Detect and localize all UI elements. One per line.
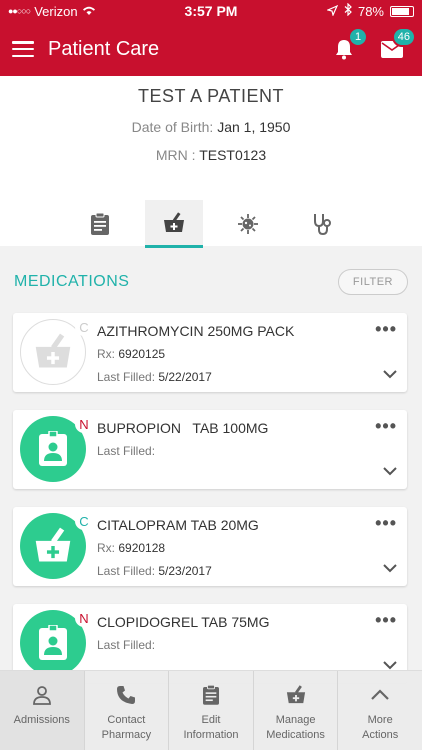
section-title: MEDICATIONS (14, 273, 130, 290)
patient-tabs (0, 200, 422, 248)
edit-information-label: Edit Information (183, 714, 239, 741)
clipboard-icon (202, 683, 219, 707)
bluetooth-icon (344, 2, 352, 19)
last-filled-label: Last Filled: (97, 370, 156, 384)
signal-icon: ●●○○○ (8, 6, 31, 16)
tab-vitals[interactable] (293, 200, 351, 248)
medication-rx: Rx: 6920128 (97, 541, 165, 555)
mortar-pestle-icon (35, 333, 71, 368)
app-title: Patient Care (48, 37, 160, 60)
medication-name: CITALOPRAM TAB 20MG (97, 517, 259, 533)
rx-value: 6920125 (118, 347, 166, 361)
more-options-icon[interactable]: ••• (375, 416, 397, 437)
last-filled-label: Last Filled: (97, 564, 156, 578)
medication-name: CLOPIDOGREL TAB 75MG (97, 614, 270, 630)
notifications-button[interactable]: 1 (332, 27, 368, 61)
medication-type-letter: N (75, 415, 93, 433)
header-actions: 1 46 (332, 27, 416, 61)
location-icon (326, 4, 339, 19)
battery-icon (390, 5, 414, 17)
edit-information-button[interactable]: Edit Information (169, 671, 254, 750)
carrier-label: Verizon (34, 3, 78, 19)
last-filled-value: 5/23/2017 (158, 564, 212, 578)
medications-header: MEDICATIONS FILTER (0, 260, 422, 304)
chevron-down-icon[interactable] (383, 560, 397, 578)
last-filled-label: Last Filled: (97, 638, 156, 652)
battery-percent: 78% (357, 3, 384, 19)
more-options-icon[interactable]: ••• (375, 319, 397, 340)
mortar-pestle-icon (164, 211, 184, 232)
admissions-button[interactable]: Admissions (0, 671, 85, 750)
chevron-down-icon[interactable] (383, 366, 397, 384)
clipboard-icon (91, 213, 109, 235)
patient-name: TEST A PATIENT (137, 86, 285, 106)
tab-clipboard[interactable] (71, 200, 129, 248)
mortar-pestle-icon (35, 527, 71, 562)
last-filled-label: Last Filled: (97, 444, 156, 458)
more-options-icon[interactable]: ••• (375, 610, 397, 631)
virus-icon (238, 214, 258, 234)
medication-type-letter: N (75, 609, 93, 627)
phone-icon (116, 683, 136, 707)
patient-mrn: MRN : TEST0123 (0, 147, 422, 163)
medication-last-filled: Last Filled: (97, 638, 155, 652)
status-left: ●●○○○ Verizon (8, 4, 96, 19)
status-time: 3:57 PM (184, 3, 238, 19)
more-options-icon[interactable]: ••• (375, 513, 397, 534)
rx-value: 6920128 (118, 541, 166, 555)
more-actions-label: More Actions (362, 714, 399, 741)
messages-badge: 46 (391, 27, 416, 47)
chevron-up-icon (370, 683, 390, 707)
medication-type-letter: C (75, 318, 93, 336)
hamburger-menu-icon[interactable] (12, 41, 34, 57)
id-badge-icon (39, 431, 67, 466)
medication-last-filled: Last Filled: 5/23/2017 (97, 564, 212, 578)
contact-pharmacy-button[interactable]: Contact Pharmacy (85, 671, 170, 750)
medication-name: BUPROPION TAB 100MG (97, 420, 269, 436)
chevron-down-icon[interactable] (383, 463, 397, 481)
mrn-label: MRN : (155, 147, 196, 163)
medication-card[interactable]: C CITALOPRAM TAB 20MG Rx: 6920128 Last F… (13, 507, 407, 586)
patient-dob: Date of Birth: Jan 1, 1950 (0, 119, 422, 135)
messages-button[interactable]: 46 (380, 27, 416, 61)
mortar-pestle-icon (286, 683, 306, 707)
notifications-badge: 1 (348, 27, 368, 47)
stethoscope-icon (314, 214, 331, 235)
medication-last-filled: Last Filled: 5/22/2017 (97, 370, 212, 384)
manage-medications-button[interactable]: Manage Medications (254, 671, 339, 750)
bottom-navigation: Admissions Contact Pharmacy Edit Informa… (0, 670, 422, 750)
admissions-label: Admissions (13, 714, 70, 726)
rx-label: Rx: (97, 347, 115, 361)
medication-card[interactable]: C AZITHROMYCIN 250MG PACK Rx: 6920125 La… (13, 313, 407, 392)
rx-label: Rx: (97, 541, 115, 555)
manage-medications-label: Manage Medications (266, 714, 325, 741)
dob-value: Jan 1, 1950 (217, 119, 291, 135)
status-bar: ●●○○○ Verizon 3:57 PM 78% (0, 0, 422, 22)
mrn-value: TEST0123 (199, 147, 267, 163)
status-right: 78% (326, 2, 414, 19)
more-actions-button[interactable]: More Actions (338, 671, 422, 750)
tab-allergies[interactable] (219, 200, 277, 248)
person-icon (32, 683, 52, 707)
tab-medications[interactable] (145, 200, 203, 248)
medication-name: AZITHROMYCIN 250MG PACK (97, 323, 295, 339)
wifi-icon (82, 4, 96, 19)
medication-last-filled: Last Filled: (97, 444, 155, 458)
dob-label: Date of Birth: (131, 119, 214, 135)
last-filled-value: 5/22/2017 (158, 370, 212, 384)
medication-type-letter: C (75, 512, 93, 530)
filter-button[interactable]: FILTER (337, 269, 408, 295)
contact-pharmacy-label: Contact Pharmacy (101, 714, 152, 741)
medication-rx: Rx: 6920125 (97, 347, 165, 361)
id-badge-icon (39, 625, 67, 660)
app-header: Patient Care 1 46 (0, 22, 422, 76)
medication-card[interactable]: N BUPROPION TAB 100MG Last Filled: ••• (13, 410, 407, 489)
